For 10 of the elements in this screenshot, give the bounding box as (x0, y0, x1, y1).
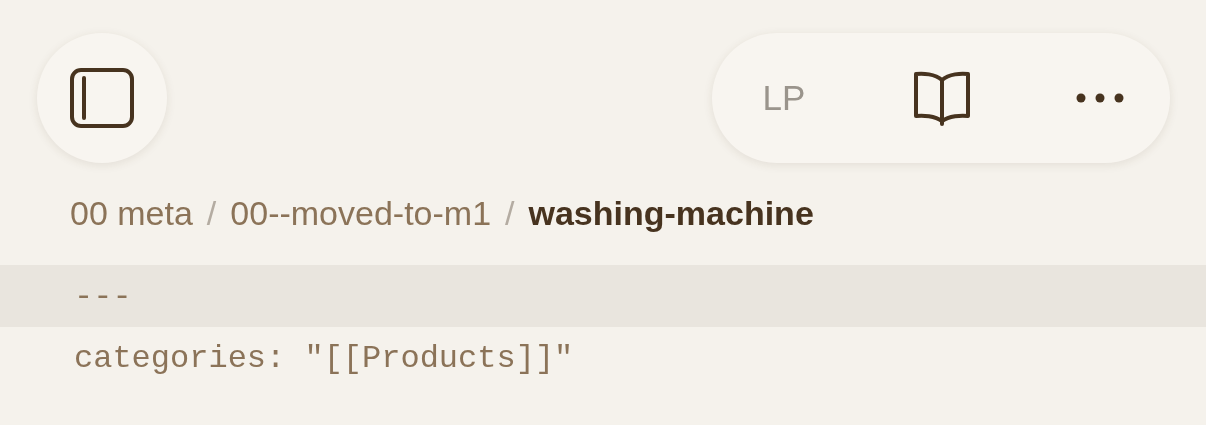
breadcrumb-separator: / (505, 193, 515, 233)
breadcrumb-item[interactable]: washing-machine (528, 193, 814, 233)
breadcrumb-separator: / (206, 193, 217, 233)
more-icon (1076, 93, 1124, 103)
breadcrumb-item[interactable]: 00--moved-to-m1 (230, 193, 492, 233)
code-line: categories: "[[Products]]" (73, 338, 575, 379)
sidebar-icon (70, 68, 134, 128)
mode-button[interactable]: LP (754, 63, 814, 133)
book-icon (913, 70, 971, 126)
breadcrumb-item[interactable]: 00 meta (70, 193, 193, 233)
